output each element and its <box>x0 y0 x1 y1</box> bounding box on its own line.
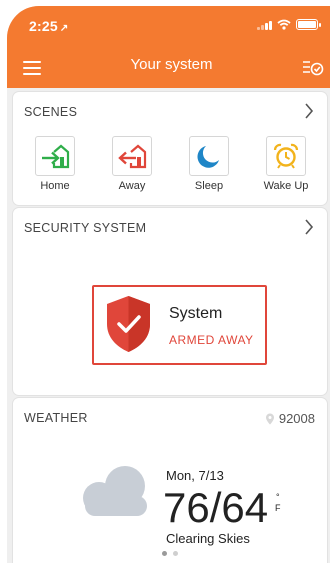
security-system-card: SECURITY SYSTEM System ARMED AWAY <box>13 208 327 395</box>
cloud-icon <box>83 466 147 516</box>
armed-status: ARMED AWAY <box>169 333 254 347</box>
scene-home-label: Home <box>40 180 70 192</box>
temperature-unit: ° F <box>275 492 281 514</box>
weather-temperature: 76/64 <box>163 484 269 531</box>
wifi-icon <box>277 19 291 30</box>
scene-wake-up-label: Wake Up <box>263 180 309 192</box>
location-arrow-icon: ↗ <box>59 23 69 34</box>
system-label: System <box>169 305 223 322</box>
location-pin-icon <box>265 413 274 424</box>
zip-code: 92008 <box>278 411 315 426</box>
chevron-right-icon[interactable] <box>304 102 314 120</box>
scene-away-label: Away <box>118 180 146 192</box>
app-screen: 2:25 ↗ Your system SCENES Home Away Slee… <box>7 6 330 563</box>
top-bar: 2:25 ↗ Your system <box>7 6 330 88</box>
scene-wake-up-tile[interactable] <box>266 136 306 176</box>
degree-symbol: ° <box>275 492 280 502</box>
scene-home-tile[interactable] <box>35 136 75 176</box>
scene-away-tile[interactable] <box>112 136 152 176</box>
shield-check-icon <box>107 296 150 352</box>
system-status-button[interactable]: System ARMED AWAY <box>92 285 267 365</box>
scene-away[interactable]: Away <box>102 136 162 192</box>
weather-location[interactable]: 92008 <box>265 411 315 426</box>
page-title: Your system <box>130 56 213 73</box>
battery-icon <box>296 19 321 30</box>
weather-date: Mon, 7/13 <box>166 468 224 483</box>
chevron-right-icon[interactable] <box>304 218 314 236</box>
scenes-card: SCENES Home Away Sleep Wake Up <box>13 92 327 205</box>
weather-card: WEATHER 92008 Mon, 7/13 76/64 ° F Cleari… <box>13 398 327 563</box>
moon-icon <box>197 146 219 168</box>
home-exit-icon <box>118 144 147 169</box>
security-title: SECURITY SYSTEM <box>24 221 147 235</box>
status-icons <box>257 19 321 30</box>
page-dot-active[interactable] <box>162 551 167 556</box>
page-dot[interactable] <box>173 551 178 556</box>
scene-home[interactable]: Home <box>25 136 85 192</box>
status-time: 2:25 ↗ <box>29 18 68 34</box>
weather-title: WEATHER <box>24 411 88 425</box>
weather-description: Clearing Skies <box>166 531 250 546</box>
scene-sleep[interactable]: Sleep <box>179 136 239 192</box>
scene-sleep-label: Sleep <box>194 180 224 192</box>
signal-icon <box>257 20 272 30</box>
page-indicator[interactable] <box>13 551 327 556</box>
scenes-title: SCENES <box>24 105 78 119</box>
scene-wake-up[interactable]: Wake Up <box>256 136 316 192</box>
alarm-clock-icon <box>273 143 299 169</box>
status-time-text: 2:25 <box>29 18 58 34</box>
home-enter-icon <box>42 144 70 169</box>
fahrenheit-label: F <box>275 503 281 513</box>
list-check-icon[interactable] <box>302 58 324 78</box>
scene-sleep-tile[interactable] <box>189 136 229 176</box>
